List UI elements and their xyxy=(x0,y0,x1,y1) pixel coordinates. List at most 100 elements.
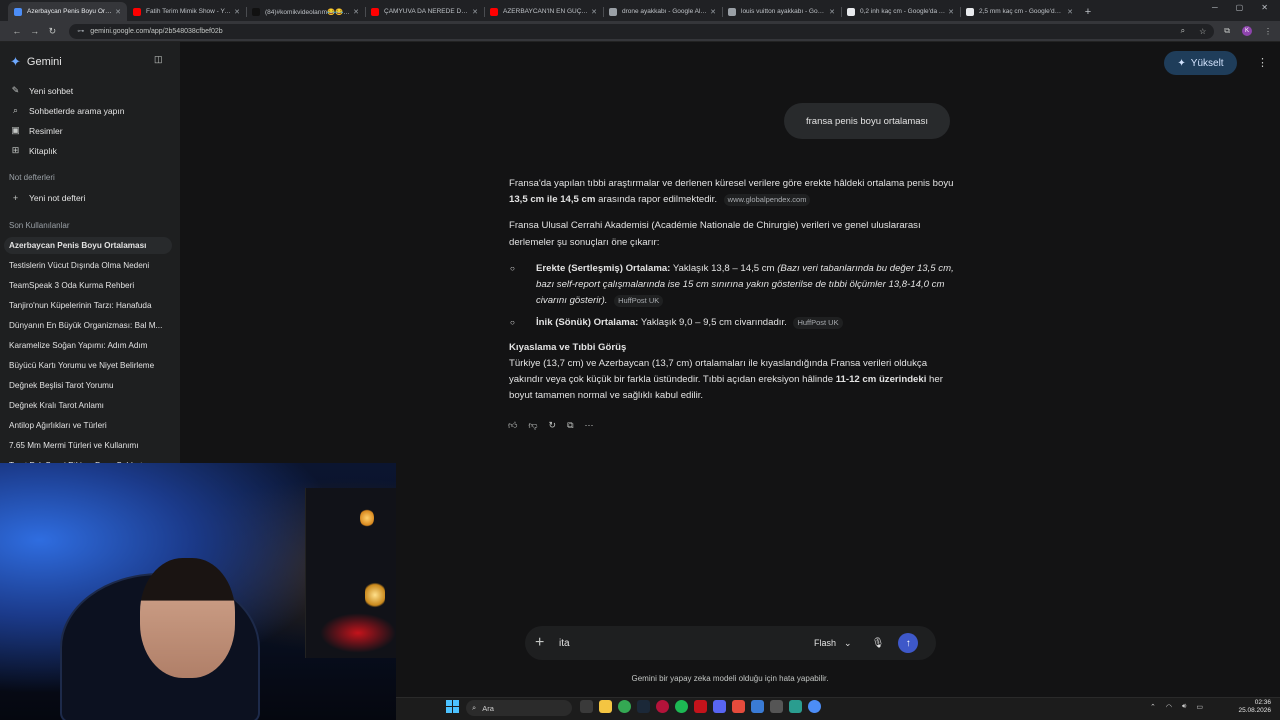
tab-title: 0,2 inh kaç cm - Google'da Ara xyxy=(860,8,946,15)
gemini-sparkle-icon: ✦ xyxy=(10,54,21,69)
prompt-input[interactable] xyxy=(559,637,799,649)
close-icon[interactable]: ✕ xyxy=(591,8,597,16)
maximize-icon[interactable]: ▢ xyxy=(1236,3,1244,12)
extensions-icon[interactable]: ⧉ xyxy=(1224,26,1230,36)
model-selector[interactable]: Flash ⌄ xyxy=(814,638,852,649)
sidebar-item-label: Resimler xyxy=(29,125,63,136)
browser-tab[interactable]: Azerbaycan Penis Boyu Ortalam...✕ xyxy=(8,2,127,21)
more-options-icon[interactable]: ⋮ xyxy=(1257,56,1268,69)
recent-chat-item[interactable]: Değnek Kralı Tarot Anlamı xyxy=(9,401,171,410)
chevron-up-icon[interactable]: ⌃ xyxy=(1150,703,1156,711)
steam-icon[interactable] xyxy=(637,700,650,713)
send-button[interactable]: ↑ xyxy=(898,633,919,653)
browser-tab[interactable]: (84)#komikvideolarım😂😂😂 ✕ xyxy=(246,2,365,21)
brand-name: Gemini xyxy=(26,56,62,68)
copy-icon[interactable]: ⧉ xyxy=(567,420,573,431)
more-icon[interactable]: ⋯ xyxy=(585,420,594,431)
recent-chat-item[interactable]: Değnek Beşlisi Tarot Yorumu xyxy=(9,381,171,390)
browser-tab[interactable]: AZERBAYCAN'IN EN GÜÇLÜ AS...✕ xyxy=(484,2,603,21)
regenerate-icon[interactable]: ↻ xyxy=(549,420,557,431)
site-info-icon[interactable]: ⊶ xyxy=(77,27,84,35)
taskbar-clock[interactable]: 02:36 25.08.2026 xyxy=(1235,699,1271,715)
recent-chat-item[interactable]: TeamSpeak 3 Oda Kurma Rehberi xyxy=(9,281,171,290)
discord-icon[interactable] xyxy=(713,700,726,713)
recent-chat-item[interactable]: Karamelize Soğan Yapımı: Adım Adım xyxy=(9,341,171,350)
close-icon[interactable]: ✕ xyxy=(1067,8,1073,16)
list-item: Erekte (Sertleşmiş) Ortalama: Yaklaşık 1… xyxy=(509,261,954,310)
thumbs-up-icon[interactable]: 👍︎ xyxy=(508,420,517,431)
gemini-brand[interactable]: ✦ Gemini xyxy=(10,54,62,70)
add-attachment-icon[interactable]: + xyxy=(535,634,557,652)
app-icon[interactable] xyxy=(789,700,802,713)
sidebar-item-label: Sohbetlerde arama yapın xyxy=(29,105,125,116)
browser-tab[interactable]: Fatih Terim Mimik Show - YouT... ✕ xyxy=(127,2,246,21)
tab-title: drone ayakkabı - Google Alışve... xyxy=(622,8,707,15)
recent-chat-item[interactable]: 7.65 Mm Mermi Türleri ve Kullanımı xyxy=(9,441,171,450)
tab-title: Azerbaycan Penis Boyu Ortalam... xyxy=(27,8,112,15)
microphone-icon[interactable]: 🎙︎ xyxy=(872,638,885,649)
close-icon[interactable]: ✕ xyxy=(353,8,359,16)
zoom-icon[interactable]: ⌕ xyxy=(1181,26,1185,36)
close-icon[interactable]: ✕ xyxy=(948,8,954,16)
app-icon[interactable] xyxy=(751,700,764,713)
chrome-profile-icon[interactable] xyxy=(808,700,821,713)
sidebar-item-images[interactable]: ▣ Resimler xyxy=(10,125,63,136)
text-bold: 13,5 cm ile 14,5 cm xyxy=(509,194,596,206)
chrome-icon[interactable] xyxy=(618,700,631,713)
sidebar-toggle-icon[interactable]: ◫ xyxy=(154,54,163,65)
close-icon[interactable]: ✕ xyxy=(710,8,716,16)
recent-chat-item[interactable]: Azerbaycan Penis Boyu Ortalaması xyxy=(4,237,172,254)
browser-menu-icon[interactable]: ⋮ xyxy=(1264,27,1272,36)
volume-icon[interactable]: 🔊︎ xyxy=(1182,703,1186,711)
sidebar-item-new-notebook[interactable]: + Yeni not defteri xyxy=(10,193,86,203)
webcam-overlay xyxy=(0,463,396,720)
forward-icon[interactable]: → xyxy=(26,26,44,36)
settings-icon[interactable] xyxy=(770,700,783,713)
app-icon[interactable] xyxy=(732,700,745,713)
thumbs-down-icon[interactable]: 👎︎ xyxy=(528,420,537,431)
record-app-icon[interactable] xyxy=(694,700,707,713)
close-icon[interactable]: ✕ xyxy=(472,8,478,16)
sidebar-item-search-chats[interactable]: ⌕ Sohbetlerde arama yapın xyxy=(10,105,124,116)
minimize-icon[interactable]: ─ xyxy=(1212,3,1218,12)
image-icon: ▣ xyxy=(11,125,20,135)
profile-avatar[interactable]: K xyxy=(1242,26,1252,36)
browser-tab[interactable]: drone ayakkabı - Google Alışve...✕ xyxy=(603,2,722,21)
taskbar-search[interactable]: ⌕ Ara xyxy=(466,700,572,716)
close-icon[interactable]: ✕ xyxy=(115,8,121,16)
task-view-icon[interactable] xyxy=(580,700,593,713)
reload-icon[interactable]: ↻ xyxy=(44,26,62,37)
sidebar-item-library[interactable]: ⊞ Kitaplık xyxy=(10,145,57,156)
recent-chat-item[interactable]: Tanjiro'nun Küpelerinin Tarzı: Hanafuda xyxy=(9,301,171,310)
upgrade-button[interactable]: ✦ Yükselt xyxy=(1164,51,1237,75)
back-icon[interactable]: ← xyxy=(8,26,26,36)
browser-tab[interactable]: ÇAMYUVA DA NEREDE DENİZE...✕ xyxy=(365,2,484,21)
recent-chat-item[interactable]: Büyücü Kartı Yorumu ve Niyet Belirleme xyxy=(9,361,171,370)
new-tab-button[interactable]: + xyxy=(1079,2,1097,21)
file-explorer-icon[interactable] xyxy=(599,700,612,713)
taskbar-search-label: Ara xyxy=(482,703,494,713)
battery-icon[interactable]: ▭ xyxy=(1196,703,1203,711)
source-chip[interactable]: www.globalpendex.com xyxy=(723,194,811,207)
omnibox[interactable]: ⊶ gemini.google.com/app/2b548038cfbef02b… xyxy=(69,23,1215,39)
opera-icon[interactable] xyxy=(656,700,669,713)
close-icon[interactable]: ✕ xyxy=(234,8,240,16)
close-icon[interactable]: ✕ xyxy=(829,8,835,16)
text-bold: Erekte (Sertleşmiş) Ortalama: xyxy=(536,262,671,274)
tab-favicon-icon xyxy=(252,7,260,16)
recent-chat-item[interactable]: Antilop Ağırlıkları ve Türleri xyxy=(9,421,171,430)
browser-tab[interactable]: louis vuitton ayakkabı - Google... ✕ xyxy=(722,2,841,21)
recent-chat-item[interactable]: Testislerin Vücut Dışında Olma Nedeni xyxy=(9,261,171,270)
text-bold: İnik (Sönük) Ortalama: xyxy=(536,317,639,329)
browser-tab[interactable]: 2,5 mm kaç cm - Google'da Ara ✕ xyxy=(960,2,1079,21)
close-icon[interactable]: ✕ xyxy=(1261,3,1268,12)
windows-start-icon[interactable] xyxy=(446,700,459,713)
recent-chat-item[interactable]: Dünyanın En Büyük Organizması: Bal M... xyxy=(9,321,171,330)
spotify-icon[interactable] xyxy=(675,700,688,713)
browser-tab[interactable]: 0,2 inh kaç cm - Google'da Ara ✕ xyxy=(841,2,960,21)
wifi-icon[interactable]: ◠ xyxy=(1166,703,1172,711)
bookmark-star-icon[interactable]: ☆ xyxy=(1199,27,1206,36)
source-chip[interactable]: HuffPost UK xyxy=(614,295,664,308)
source-chip[interactable]: HuffPost UK xyxy=(793,317,843,330)
sidebar-item-new-chat[interactable]: ✎ Yeni sohbet xyxy=(10,85,73,96)
